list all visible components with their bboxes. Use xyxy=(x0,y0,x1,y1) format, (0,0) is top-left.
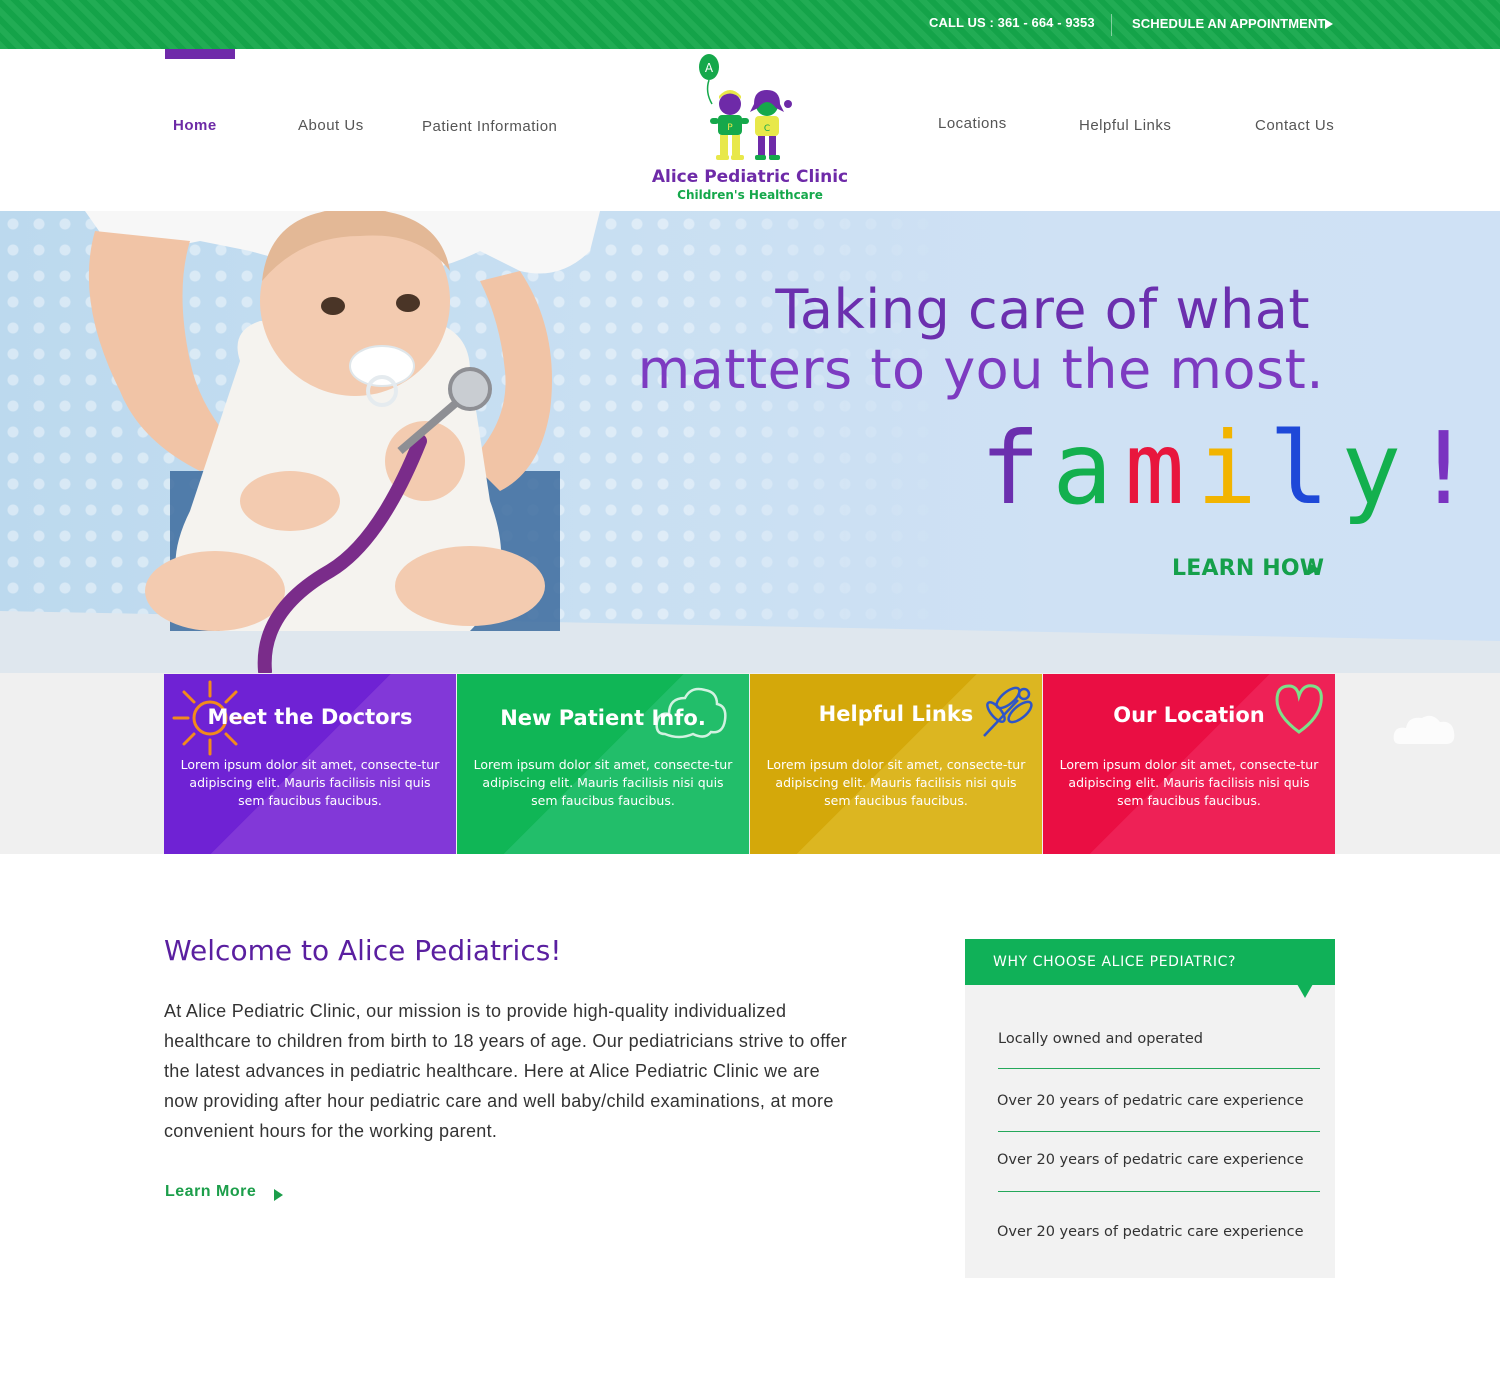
phone-number[interactable]: CALL US : 361 - 664 - 9353 xyxy=(929,15,1095,30)
schedule-appointment-link[interactable]: SCHEDULE AN APPOINTMENT xyxy=(1132,16,1325,31)
why-item: Over 20 years of pedatric care experienc… xyxy=(997,1093,1304,1109)
card-description: Lorem ipsum dolor sit amet, consecte-tur… xyxy=(766,757,1026,808)
hero-banner: Taking care of what matters to you the m… xyxy=(0,211,1500,673)
why-divider xyxy=(998,1131,1320,1132)
logo-subtitle: Children's Healthcare xyxy=(677,188,823,202)
family-letter: i xyxy=(1196,410,1269,527)
card-title: Meet the Doctors xyxy=(207,705,413,729)
learn-more-link[interactable]: Learn More xyxy=(165,1183,256,1201)
why-item: Over 20 years of pedatric care experienc… xyxy=(997,1224,1304,1240)
clinic-logo[interactable]: A P C Alice Pediatric Clinic Children's … xyxy=(650,52,850,207)
card-helpful-links[interactable]: Helpful Links Lorem ipsum dolor sit amet… xyxy=(750,674,1042,854)
family-letter: l xyxy=(1268,410,1342,527)
learn-how-button[interactable]: LEARN HOW xyxy=(1172,556,1324,581)
family-letter: f xyxy=(980,410,1053,527)
svg-text:P: P xyxy=(727,123,733,133)
why-choose-header: WHY CHOOSE ALICE PEDIATRIC? xyxy=(965,939,1335,985)
why-item: Over 20 years of pedatric care experienc… xyxy=(997,1152,1304,1168)
why-divider xyxy=(998,1191,1320,1192)
play-arrow-icon[interactable] xyxy=(1325,19,1333,29)
nav-about-us[interactable]: About Us xyxy=(298,117,364,134)
nav-home[interactable]: Home xyxy=(173,117,217,134)
card-description: Lorem ipsum dolor sit amet, consecte-tur… xyxy=(473,757,733,808)
card-our-location[interactable]: Our Location Lorem ipsum dolor sit amet,… xyxy=(1043,674,1335,854)
nav-patient-information[interactable]: Patient Information xyxy=(422,118,557,135)
why-item: Locally owned and operated xyxy=(998,1031,1203,1047)
nav-helpful-links[interactable]: Helpful Links xyxy=(1079,117,1171,134)
play-arrow-icon[interactable] xyxy=(1309,563,1319,575)
card-description: Lorem ipsum dolor sit amet, consecte-tur… xyxy=(1059,757,1319,808)
hero-headline-line-2: matters to you the most. xyxy=(637,338,1324,401)
topbar-divider xyxy=(1111,14,1112,36)
svg-text:C: C xyxy=(764,124,770,134)
why-choose-title: WHY CHOOSE ALICE PEDIATRIC? xyxy=(993,954,1236,970)
why-divider xyxy=(998,1068,1320,1069)
hero-family-word: family! xyxy=(980,410,1486,527)
active-nav-indicator xyxy=(165,49,235,59)
play-arrow-icon[interactable] xyxy=(274,1189,283,1201)
family-letter: m xyxy=(1124,410,1197,527)
card-title: New Patient Info. xyxy=(500,706,706,730)
header-pointer xyxy=(1297,984,1313,998)
hero-headline-line-1: Taking care of what xyxy=(775,278,1310,341)
family-letter: a xyxy=(1052,410,1125,527)
card-title: Our Location xyxy=(1113,703,1265,727)
card-meet-the-doctors[interactable]: Meet the Doctors Lorem ipsum dolor sit a… xyxy=(164,674,456,854)
nav-contact-us[interactable]: Contact Us xyxy=(1255,117,1334,134)
family-letter: ! xyxy=(1413,410,1486,527)
nav-locations[interactable]: Locations xyxy=(938,115,1007,132)
kids-logo-icon: A P C xyxy=(699,54,792,160)
card-description: Lorem ipsum dolor sit amet, consecte-tur… xyxy=(180,757,440,808)
svg-text:A: A xyxy=(705,61,714,75)
welcome-title: Welcome to Alice Pediatrics! xyxy=(164,934,562,967)
family-letter: y xyxy=(1341,410,1414,527)
card-title: Helpful Links xyxy=(818,702,974,726)
cloud-icon xyxy=(1393,715,1455,744)
card-new-patient-info[interactable]: New Patient Info. Lorem ipsum dolor sit … xyxy=(457,674,749,854)
welcome-body: At Alice Pediatric Clinic, our mission i… xyxy=(164,1001,848,1141)
logo-title: Alice Pediatric Clinic xyxy=(651,167,849,187)
top-bar: CALL US : 361 - 664 - 9353 SCHEDULE AN A… xyxy=(0,0,1500,49)
